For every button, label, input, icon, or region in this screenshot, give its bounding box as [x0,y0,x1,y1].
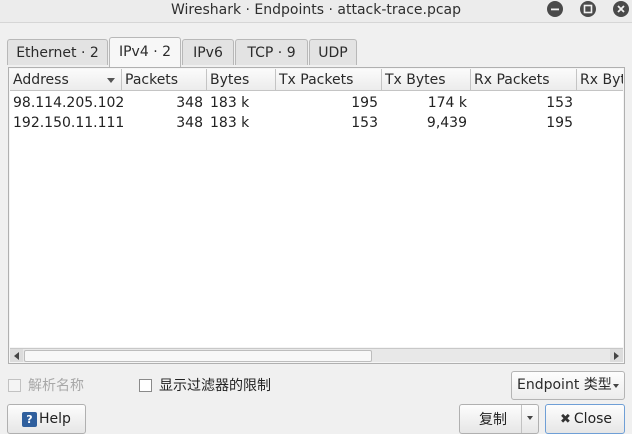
cell-address: 192.150.11.111 [13,115,125,131]
chevron-down-icon [613,384,619,388]
limit-to-filter-label: 显示过滤器的限制 [159,378,271,394]
name-resolution-checkbox[interactable]: 解析名称 [8,376,84,394]
maximize-icon[interactable] [580,1,596,17]
tab-ethernet[interactable]: Ethernet · 2 [7,39,108,65]
column-header-tx-bytes[interactable]: Tx Bytes [382,69,471,91]
checkbox-icon [8,378,21,392]
tab-udp[interactable]: UDP [309,39,357,65]
name-resolution-label: 解析名称 [28,378,84,394]
endpoints-table: Address Packets Bytes Tx Packets Tx Byte… [10,69,623,347]
limit-to-filter-checkbox[interactable]: 显示过滤器的限制 [139,376,271,394]
tab-ipv6[interactable]: IPv6 [182,39,234,65]
copy-button[interactable]: 复制 [459,404,539,434]
column-header-bytes[interactable]: Bytes [207,69,276,91]
column-header-address[interactable]: Address [10,69,122,91]
cell-tx-bytes: 174 k [427,95,467,111]
sort-descending-icon [107,78,115,83]
title-bar: Wireshark · Endpoints · attack-trace.pca… [0,0,632,23]
checkbox-icon [139,378,152,392]
table-row[interactable]: 98.114.205.102 348 183 k 195 174 k 153 [10,93,623,113]
copy-label: 复制 [479,412,507,428]
column-header-rx-bytes[interactable]: Rx Byte [577,69,623,91]
scroll-right-icon[interactable] [610,349,623,362]
endpoints-pane: Address Packets Bytes Tx Packets Tx Byte… [8,67,625,364]
close-icon: ✖ [560,411,571,427]
cell-rx-packets: 153 [546,95,573,111]
cell-packets: 348 [176,95,203,111]
cell-rx-packets: 195 [546,115,573,131]
window-title: Wireshark · Endpoints · attack-trace.pca… [170,2,462,18]
cell-address: 98.114.205.102 [13,95,125,111]
column-header-rx-packets[interactable]: Rx Packets [471,69,577,91]
column-header-tx-packets[interactable]: Tx Packets [276,69,382,91]
copy-menu-toggle[interactable] [521,405,538,433]
cell-bytes: 183 k [210,95,250,111]
table-row[interactable]: 192.150.11.111 348 183 k 153 9,439 195 [10,113,623,133]
horizontal-scrollbar[interactable] [10,348,623,362]
column-header-label: Address [13,72,69,88]
help-label: Help [39,411,71,427]
tab-ipv4[interactable]: IPv4 · 2 [109,37,181,67]
help-icon: ? [22,411,37,427]
close-button[interactable]: ✖ Close [545,404,625,434]
help-button[interactable]: ? Help [7,404,86,434]
scrollbar-thumb[interactable] [24,350,372,362]
cell-bytes: 183 k [210,115,250,131]
scroll-left-icon[interactable] [10,349,23,362]
tab-tcp[interactable]: TCP · 9 [235,39,308,65]
close-label: Close [573,411,613,427]
endpoint-type-label: Endpoint 类型 [517,377,612,393]
endpoint-type-dropdown[interactable]: Endpoint 类型 [511,371,625,400]
cell-tx-packets: 195 [351,95,378,111]
column-header-packets[interactable]: Packets [122,69,207,91]
chevron-down-icon [527,416,533,420]
cell-tx-packets: 153 [351,115,378,131]
minimize-icon[interactable] [547,1,563,17]
cell-packets: 348 [176,115,203,131]
close-icon[interactable] [613,1,629,17]
cell-tx-bytes: 9,439 [426,115,467,131]
